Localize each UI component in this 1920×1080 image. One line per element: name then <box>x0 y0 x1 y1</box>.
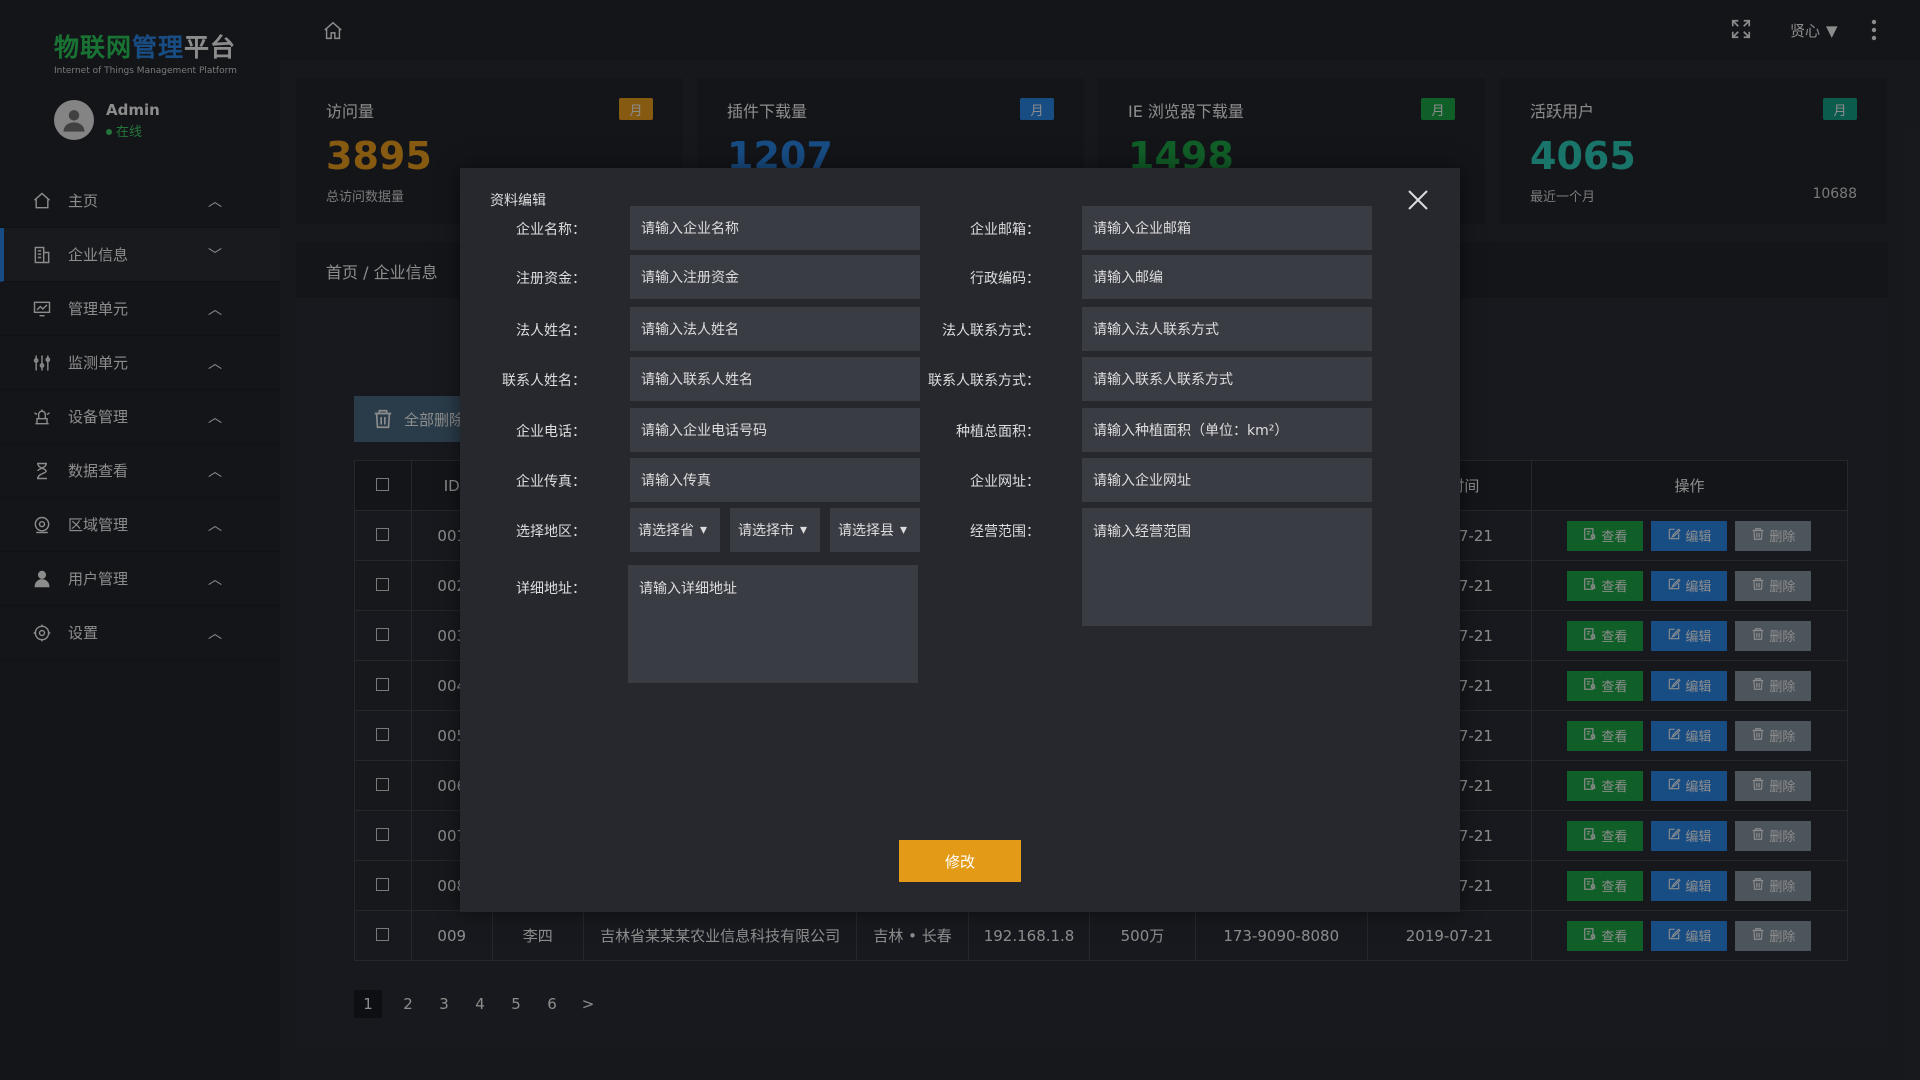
form-input[interactable]: 请输入法人联系方式 <box>1082 307 1372 351</box>
field-label: 联系人姓名： <box>502 373 586 389</box>
caret-down-icon: ▾ <box>800 522 808 538</box>
field-label: 法人联系方式： <box>942 323 1040 339</box>
form-input[interactable]: 请输入种植面积（单位：km²） <box>1082 408 1372 452</box>
edit-modal: 资料编辑 修改 企业名称： 请输入企业名称 注册资金： 请输入注册资金 法人姓名： 请输入… <box>460 168 1460 912</box>
form-input[interactable]: 请输入联系人联系方式 <box>1082 357 1372 401</box>
address-textarea[interactable]: 请输入详细地址 <box>628 565 918 683</box>
field-label: 企业邮箱： <box>970 222 1040 238</box>
scope-textarea[interactable]: 请输入经营范围 <box>1082 508 1372 626</box>
field-label: 行政编码： <box>970 271 1040 287</box>
field-label: 经营范围： <box>970 524 1040 540</box>
form-input[interactable]: 请输入企业网址 <box>1082 458 1372 502</box>
field-label: 企业电话： <box>516 424 586 440</box>
caret-down-icon: ▾ <box>700 522 708 538</box>
field-label: 联系人联系方式： <box>928 373 1040 389</box>
region-select[interactable]: 请选择市 ▾ <box>730 508 820 552</box>
field-label: 企业传真： <box>516 474 586 490</box>
modal-title: 资料编辑 <box>490 193 546 209</box>
field-label: 企业网址： <box>970 474 1040 490</box>
field-label: 注册资金： <box>516 271 586 287</box>
field-label: 种植总面积： <box>956 424 1040 440</box>
field-label: 选择地区： <box>516 524 586 540</box>
form-input[interactable]: 请输入企业邮箱 <box>1082 206 1372 250</box>
form-input[interactable]: 请输入邮编 <box>1082 255 1372 299</box>
region-select[interactable]: 请选择省 ▾ <box>630 508 720 552</box>
field-label: 企业名称： <box>516 222 586 238</box>
field-label: 法人姓名： <box>516 323 586 339</box>
close-icon[interactable] <box>1406 188 1430 216</box>
submit-button[interactable]: 修改 <box>899 840 1021 882</box>
field-label: 详细地址： <box>516 581 586 597</box>
